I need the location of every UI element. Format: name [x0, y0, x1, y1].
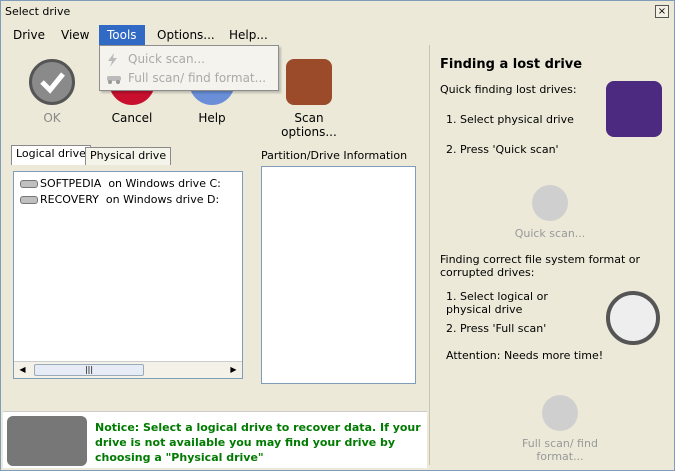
drive-name: RECOVERY — [40, 193, 99, 206]
menu-view[interactable]: View — [61, 28, 89, 42]
panel-title: Finding a lost drive — [440, 57, 583, 72]
quick-step-1: 1. Select physical drive — [446, 113, 574, 126]
partition-info-label: Partition/Drive Information — [261, 149, 408, 162]
quick-heading: Quick finding lost drives: — [440, 83, 577, 96]
cancel-label: Cancel — [111, 111, 153, 125]
horizontal-scrollbar[interactable]: ◀ ||| ▶ — [14, 361, 242, 378]
scan-options-button[interactable]: Scan options... — [269, 59, 349, 139]
full-scan-button[interactable]: Full scan/ find format... — [500, 395, 620, 463]
running-man-icon — [542, 395, 578, 431]
notice-panel: Notice: Select a logical drive to recove… — [3, 411, 427, 468]
drive-location: on Windows drive C: — [108, 177, 221, 190]
attention-note: Attention: Needs more time! — [446, 349, 604, 362]
drive-list: SOFTPEDIA on Windows drive C: RECOVERY o… — [13, 171, 243, 379]
full-scan-label: Full scan/ find format... — [128, 71, 267, 85]
close-button[interactable]: × — [655, 5, 669, 18]
help-panel: Finding a lost drive Quick finding lost … — [429, 45, 675, 465]
window-title: Select drive — [5, 5, 71, 18]
drive-icon — [20, 180, 38, 188]
drive-location: on Windows drive D: — [105, 193, 220, 206]
stopwatch-icon — [606, 291, 660, 345]
quick-scan-button-label: Quick scan... — [514, 227, 586, 240]
list-item[interactable]: SOFTPEDIA on Windows drive C: — [20, 177, 221, 190]
scroll-right-icon[interactable]: ▶ — [227, 364, 240, 376]
drive-name: SOFTPEDIA — [40, 177, 102, 190]
menu-item-full-scan[interactable]: Full scan/ find format... — [106, 71, 266, 89]
car-icon — [106, 72, 122, 86]
list-item[interactable]: RECOVERY on Windows drive D: — [20, 193, 219, 206]
quick-scan-button[interactable]: Quick scan... — [490, 185, 610, 240]
title-bar: Select drive × — [1, 1, 674, 23]
partition-info-box — [261, 166, 416, 384]
tab-logical-drive[interactable]: Logical drive — [11, 145, 91, 165]
scan-options-label: Scan options... — [281, 111, 337, 139]
tools-dropdown: Quick scan... Full scan/ find format... — [99, 45, 279, 91]
help-label: Help — [198, 111, 226, 125]
scroll-thumb[interactable]: ||| — [34, 364, 144, 376]
app-window: Select drive × Drive View Tools Options.… — [0, 0, 675, 471]
notice-text: Notice: Select a logical drive to recove… — [95, 421, 421, 464]
tab-physical-drive[interactable]: Physical drive — [85, 147, 172, 165]
hard-disk-icon — [7, 416, 87, 466]
menu-tools[interactable]: Tools — [99, 25, 145, 45]
menu-options[interactable]: Options... — [157, 28, 215, 42]
lightning-icon — [106, 52, 122, 67]
scroll-left-icon[interactable]: ◀ — [16, 364, 29, 376]
full-step-1: 1. Select logical or physical drive — [446, 290, 548, 316]
quick-step-2: 2. Press 'Quick scan' — [446, 143, 559, 156]
menu-item-quick-scan[interactable]: Quick scan... — [106, 52, 205, 70]
drive-icon — [20, 196, 38, 204]
checkmark-icon — [29, 59, 75, 105]
ok-button[interactable]: OK — [17, 59, 87, 125]
full-step-2: 2. Press 'Full scan' — [446, 322, 547, 335]
drive-graphic-icon — [606, 81, 662, 137]
menu-drive[interactable]: Drive — [13, 28, 45, 42]
menu-help[interactable]: Help... — [229, 28, 268, 42]
quick-scan-label: Quick scan... — [128, 52, 205, 66]
tools-icon — [286, 59, 332, 105]
ok-label: OK — [43, 111, 61, 125]
running-man-icon — [532, 185, 568, 221]
menu-bar: Drive View Tools Options... Help... — [1, 25, 674, 45]
full-heading: Finding correct file system format or co… — [440, 253, 641, 279]
full-scan-button-label: Full scan/ find format... — [522, 437, 598, 463]
